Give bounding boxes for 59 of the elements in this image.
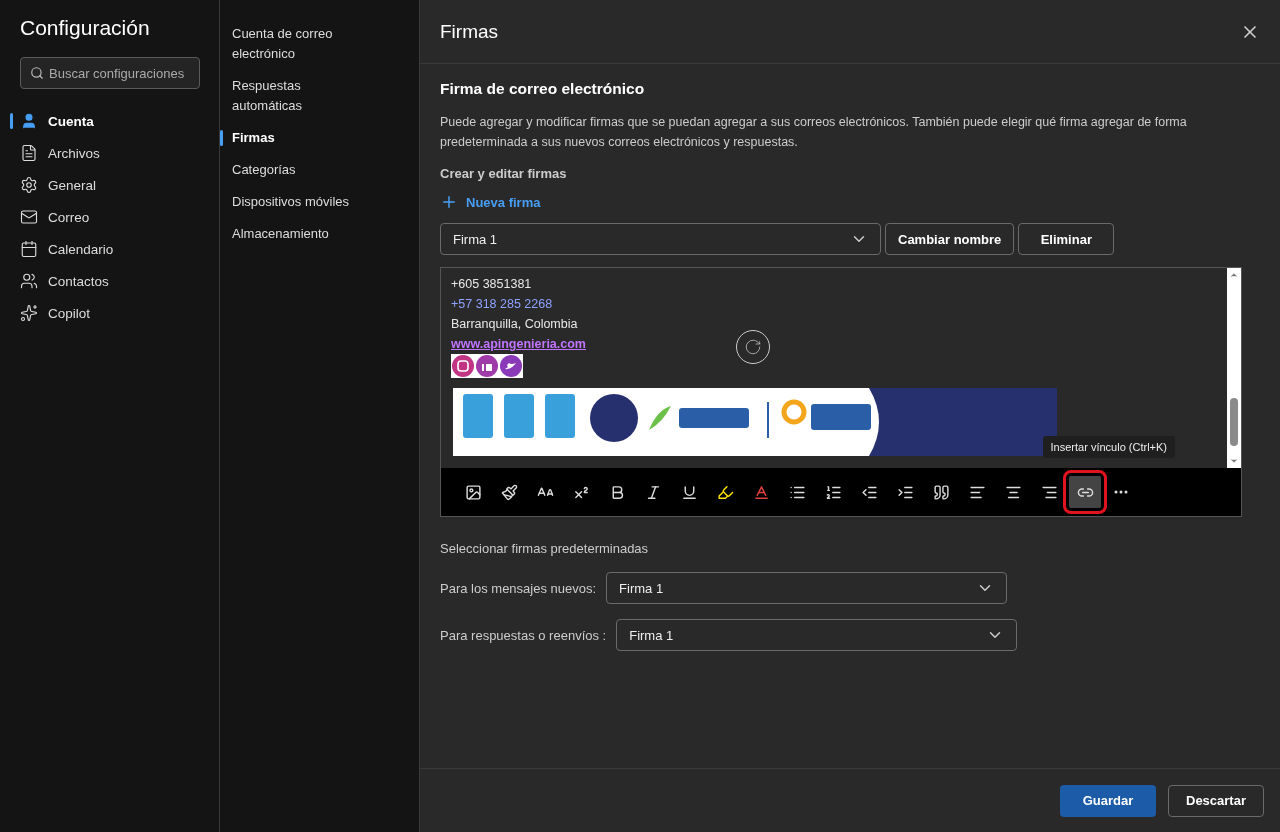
nav-item[interactable]: General: [0, 169, 219, 201]
search-icon: [30, 66, 44, 80]
rotate-handle-icon[interactable]: [736, 330, 770, 364]
people-icon: [20, 272, 38, 290]
panel-title: Firmas: [440, 20, 499, 43]
delete-button[interactable]: Eliminar: [1018, 223, 1115, 255]
scrollbar[interactable]: [1227, 268, 1241, 468]
new-signature-button[interactable]: Nueva firma: [440, 191, 1242, 213]
calendar-icon: [20, 240, 38, 258]
social-icons-drawing: [451, 354, 523, 378]
website-link[interactable]: www.apingenieria.com: [451, 334, 586, 354]
rename-button[interactable]: Cambiar nombre: [885, 223, 1015, 255]
subnav-item[interactable]: Cuenta de correo electrónico: [220, 24, 370, 64]
sparkles-icon: [20, 304, 38, 322]
nav-item[interactable]: Contactos: [0, 265, 219, 297]
default-signature-select[interactable]: Firma 1: [606, 572, 1008, 604]
nav-item[interactable]: Copilot: [0, 297, 219, 329]
description-text: Puede agregar y modificar firmas que se puedan agregar a sus correos electrónicos. También puede elegir qué firma agregar de forma predeterminada a sus nuevos correos electrónicos y respuestas.: [440, 114, 1188, 151]
defaults-title: Seleccionar firmas predeterminadas: [440, 541, 650, 556]
nav-item[interactable]: Calendario: [0, 233, 219, 265]
scroll-down-icon[interactable]: [1229, 456, 1239, 466]
numbered-list-icon: [824, 483, 842, 501]
signature-select[interactable]: Firma 1: [440, 223, 881, 255]
scroll-up-icon[interactable]: [1229, 270, 1239, 280]
signature-text: Barranquilla, Colombia: [451, 316, 578, 333]
search-field[interactable]: Buscar configuraciones: [20, 57, 200, 89]
font-color-icon: [752, 483, 770, 501]
default-signature-select[interactable]: Firma 1: [616, 619, 1018, 651]
create-label: Crear y editar firmas: [440, 166, 568, 181]
discard-button[interactable]: Descartar: [1168, 784, 1264, 817]
subnav-item[interactable]: Respuestas automáticas: [220, 76, 370, 116]
image-icon: [464, 483, 482, 501]
signature-text: +605 3851381: [451, 276, 532, 293]
scrollbar-thumb[interactable]: [1230, 398, 1238, 446]
settings-title: Configuración: [19, 16, 151, 40]
save-button[interactable]: Guardar: [1060, 784, 1156, 817]
tooltip: Insertar vínculo (Ctrl+K): [1042, 436, 1175, 458]
underline-icon: [680, 483, 698, 501]
more-icon: [1114, 490, 1128, 494]
document-icon: [20, 144, 38, 162]
subnav-item[interactable]: Firmas: [220, 128, 370, 148]
phone-link[interactable]: +57 318 285 2268: [451, 294, 553, 314]
highlighter-icon: [716, 483, 734, 501]
quote-icon: [932, 483, 950, 501]
nav-item[interactable]: Archivos: [0, 137, 219, 169]
subnav-item[interactable]: Almacenamiento: [220, 224, 370, 244]
paintbrush-icon: [500, 483, 518, 501]
plus-icon: [440, 193, 458, 211]
nav-item[interactable]: Cuenta: [0, 105, 219, 137]
subnav-item[interactable]: Categorías: [220, 160, 370, 180]
gear-icon: [20, 176, 38, 194]
person-icon: [20, 112, 38, 130]
signature-editor[interactable]: +605 3851381 +57 318 285 2268 Barranquilla, Colombia www.apingenieria.com Insertar vínculo (Ctrl+K): [440, 267, 1242, 517]
section-title: Firma de correo electrónico: [440, 80, 646, 98]
nav-item[interactable]: Correo: [0, 201, 219, 233]
subnav-item[interactable]: Dispositivos móviles: [220, 192, 370, 212]
default-label: Para los mensajes nuevos:: [440, 580, 597, 596]
default-label: Para respuestas o reenvíos :: [440, 627, 607, 643]
envelope-icon: [20, 208, 38, 226]
